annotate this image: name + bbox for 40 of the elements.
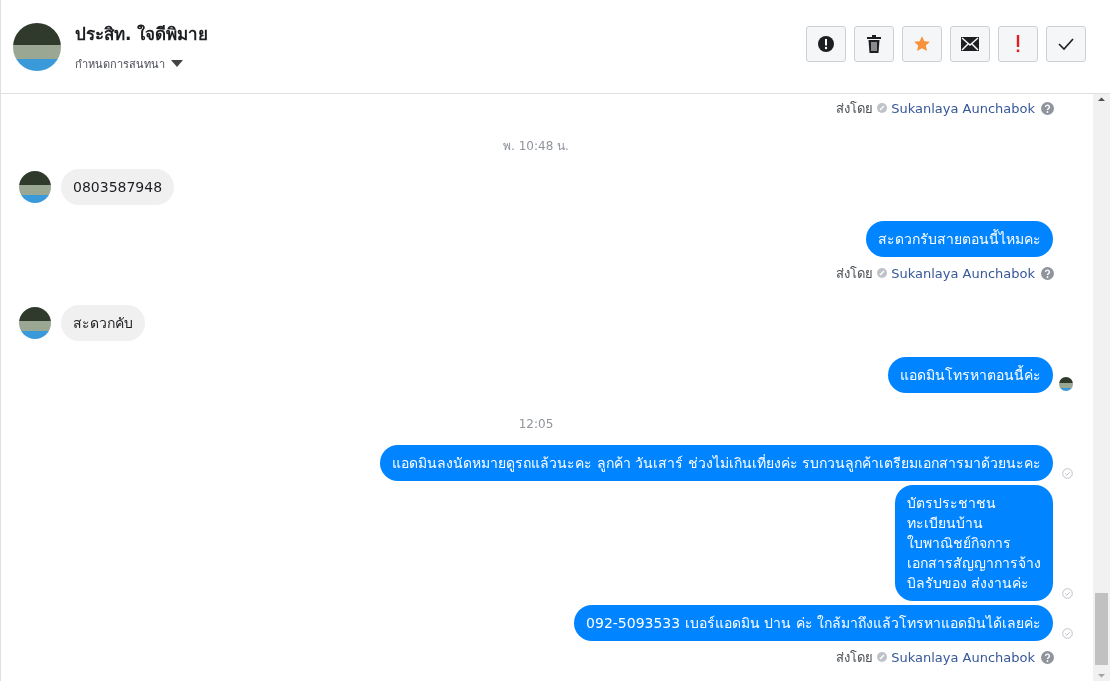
help-icon[interactable] bbox=[1041, 266, 1054, 280]
contact-avatar bbox=[13, 22, 61, 71]
contact-avatar bbox=[19, 171, 51, 203]
outgoing-message: บัตรประชาชน ทะเบียนบ้าน ใบพาณิชย์กิจการ เอกสารสัญญาการจ้าง บิลรับของ ส่งงานค่ะ bbox=[895, 485, 1053, 601]
help-icon[interactable] bbox=[1041, 101, 1054, 115]
exclamation-icon bbox=[1016, 34, 1020, 53]
scrollbar-thumb[interactable] bbox=[1095, 593, 1108, 665]
incoming-message: 0803587948 bbox=[61, 169, 175, 205]
sent-by-label: ส่งโดย bbox=[836, 99, 874, 118]
important-button[interactable] bbox=[998, 25, 1038, 62]
outgoing-message: 092-5093533 เบอร์แอดมิน ปาน ค่ะ ใกล้มาถึงแล้วโทรหาแอดมินได้เลยค่ะ bbox=[574, 605, 1053, 641]
caret-icon bbox=[171, 60, 183, 68]
help-icon[interactable] bbox=[1041, 650, 1054, 664]
message-timestamp: พ. 10:48 น. bbox=[503, 139, 569, 153]
outgoing-message: แอดมินลงนัดหมายดูรถแล้วนะคะ ลูกค้า วันเสาร์ ช่วงไม่เกินเที่ยงค่ะ รบกวนลูกค้าเตรียมเอกสารมาด้วยนะคะ bbox=[380, 445, 1053, 481]
sent-by-label: ส่งโดย bbox=[836, 264, 874, 283]
agent-icon bbox=[877, 103, 888, 113]
mail-button[interactable] bbox=[950, 25, 990, 62]
contact-avatar bbox=[19, 307, 51, 339]
delete-button[interactable] bbox=[854, 25, 894, 62]
agent-name[interactable]: Sukanlaya Aunchabok bbox=[891, 100, 1035, 116]
checkmark-icon bbox=[1058, 36, 1074, 51]
outgoing-message: สะดวกรับสายตอนนี้ไหมคะ bbox=[866, 221, 1053, 257]
contact-name: ประสิท. ใจดีพิมาย bbox=[75, 23, 209, 46]
done-button[interactable] bbox=[1046, 25, 1086, 62]
envelope-icon bbox=[961, 36, 979, 51]
alert-button[interactable] bbox=[806, 25, 846, 62]
outgoing-message: แอดมินโทรหาตอนนี้ค่ะ bbox=[888, 357, 1053, 393]
conversation-menu[interactable]: กำหนดการสนทนา bbox=[75, 55, 209, 73]
agent-name[interactable]: Sukanlaya Aunchabok bbox=[891, 649, 1035, 665]
incoming-message: สะดวกคับ bbox=[61, 305, 145, 341]
agent-icon bbox=[877, 268, 888, 278]
agent-name[interactable]: Sukanlaya Aunchabok bbox=[891, 265, 1035, 281]
star-button[interactable] bbox=[902, 25, 942, 62]
message-timestamp: 12:05 bbox=[518, 417, 554, 431]
sent-by-label: ส่งโดย bbox=[836, 648, 874, 667]
alert-icon bbox=[817, 34, 835, 53]
star-icon bbox=[913, 34, 931, 53]
trash-icon bbox=[866, 34, 882, 53]
agent-icon bbox=[877, 652, 888, 662]
